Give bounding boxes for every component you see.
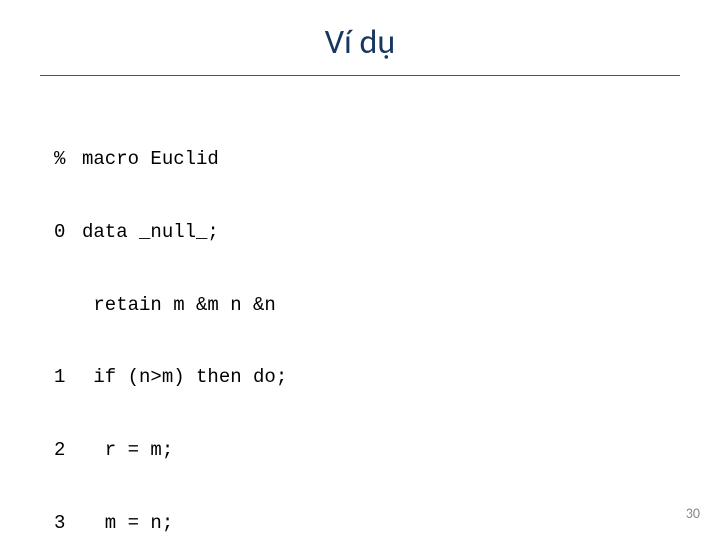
code-text: retain m &m n &n <box>82 293 276 317</box>
code-text: r = m; <box>82 438 173 462</box>
code-line: 2 r = m; <box>54 438 720 462</box>
line-number: 3 <box>54 511 82 535</box>
slide: Ví dụ %macro Euclid 0data _null_; retain… <box>0 0 720 540</box>
code-text: m = n; <box>82 511 173 535</box>
code-line: 3 m = n; <box>54 511 720 535</box>
code-line: retain m &m n &n <box>54 293 720 317</box>
line-number: % <box>54 147 82 171</box>
code-text: macro Euclid <box>82 147 219 171</box>
line-number: 2 <box>54 438 82 462</box>
code-line: 1 if (n>m) then do; <box>54 365 720 389</box>
code-text: data _null_; <box>82 220 219 244</box>
line-number <box>54 293 82 317</box>
slide-title: Ví dụ <box>0 0 720 75</box>
code-block: %macro Euclid 0data _null_; retain m &m … <box>0 76 720 540</box>
line-number: 0 <box>54 220 82 244</box>
line-number: 1 <box>54 365 82 389</box>
page-number: 30 <box>686 505 700 522</box>
code-line: 0data _null_; <box>54 220 720 244</box>
code-line: %macro Euclid <box>54 147 720 171</box>
code-text: if (n>m) then do; <box>82 365 287 389</box>
